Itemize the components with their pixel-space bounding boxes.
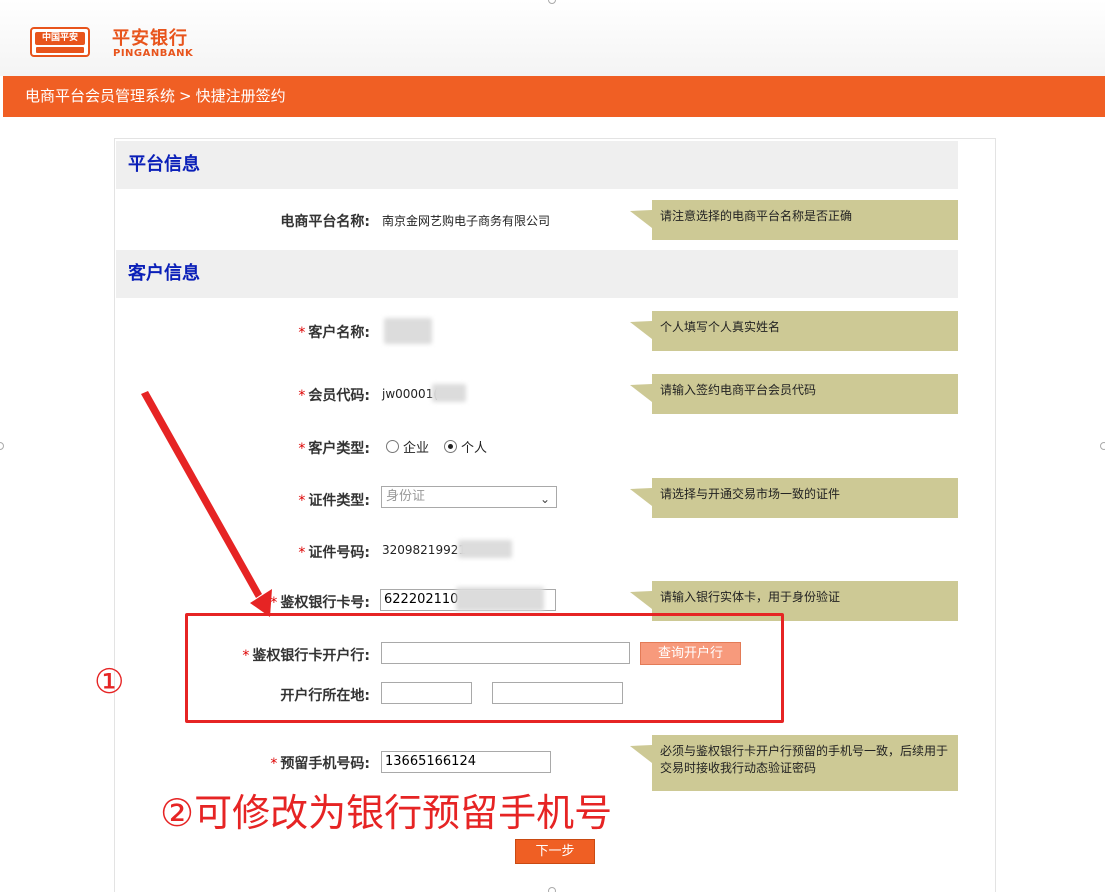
id-type-label: * 证件类型: bbox=[298, 493, 370, 509]
hint-member-code: 请输入签约电商平台会员代码 bbox=[652, 374, 958, 414]
card-number-redacted bbox=[456, 587, 544, 611]
card-number-value: 622202110 bbox=[384, 592, 459, 607]
id-number-label: * 证件号码: bbox=[298, 545, 370, 561]
annotation-box bbox=[185, 613, 784, 723]
customer-type-label: * 客户类型: bbox=[298, 441, 370, 457]
radio-enterprise[interactable] bbox=[386, 440, 399, 453]
bank-name: 平安银行 bbox=[112, 28, 188, 49]
radio-individual[interactable] bbox=[444, 440, 457, 453]
annotation-label-2: ②可修改为银行预留手机号 bbox=[160, 791, 613, 835]
member-code-label: * 会员代码: bbox=[298, 388, 370, 404]
hint-id-type: 请选择与开通交易市场一致的证件 bbox=[652, 478, 958, 518]
bank-name-en: PINGANBANK bbox=[113, 48, 194, 59]
member-code-value: jw00001( bbox=[382, 387, 439, 401]
next-button[interactable]: 下一步 bbox=[515, 839, 595, 864]
id-type-select[interactable]: 身份证 ⌄ bbox=[381, 486, 557, 508]
top-header: 中国平安 平安银行 PINGANBANK bbox=[0, 0, 1105, 76]
phone-label: * 预留手机号码: bbox=[270, 756, 370, 772]
hint-customer-name: 个人填写个人真实姓名 bbox=[652, 311, 958, 351]
phone-input[interactable]: 13665166124 bbox=[381, 751, 551, 773]
radio-enterprise-label: 企业 bbox=[403, 441, 430, 456]
id-number-redacted bbox=[458, 540, 512, 558]
radio-individual-label: 个人 bbox=[461, 441, 488, 456]
breadcrumb-system[interactable]: 电商平台会员管理系统 bbox=[25, 87, 175, 105]
platform-name-label: 电商平台名称: bbox=[280, 214, 370, 230]
section-platform-info: 平台信息 bbox=[116, 141, 958, 189]
customer-name-label: * 客户名称: bbox=[298, 325, 370, 341]
breadcrumb-current: 快捷注册签约 bbox=[195, 87, 286, 105]
pingan-logo: 中国平安 bbox=[30, 27, 90, 57]
customer-name-redacted bbox=[384, 318, 432, 344]
id-number-value: 32098219921 bbox=[382, 543, 466, 557]
breadcrumb-separator: > bbox=[179, 87, 192, 105]
logo-text: 中国平安 bbox=[35, 32, 85, 45]
edge-handle-left bbox=[0, 442, 4, 450]
section-customer-info: 客户信息 bbox=[116, 250, 958, 298]
breadcrumb: 电商平台会员管理系统 > 快捷注册签约 bbox=[3, 76, 1105, 117]
id-type-selected: 身份证 bbox=[386, 489, 426, 504]
member-code-redacted bbox=[432, 384, 466, 402]
edge-handle-bottom bbox=[548, 887, 556, 892]
card-number-label: * 鉴权银行卡号: bbox=[270, 595, 370, 611]
chevron-down-icon: ⌄ bbox=[539, 492, 550, 506]
hint-platform: 请注意选择的电商平台名称是否正确 bbox=[652, 200, 958, 240]
annotation-label-1: ① bbox=[94, 662, 125, 702]
edge-handle-right bbox=[1100, 442, 1105, 450]
platform-name-value: 南京金网艺购电子商务有限公司 bbox=[382, 214, 551, 228]
hint-phone: 必须与鉴权银行卡开户行预留的手机号一致，后续用于交易时接收我行动态验证密码 bbox=[652, 735, 958, 791]
